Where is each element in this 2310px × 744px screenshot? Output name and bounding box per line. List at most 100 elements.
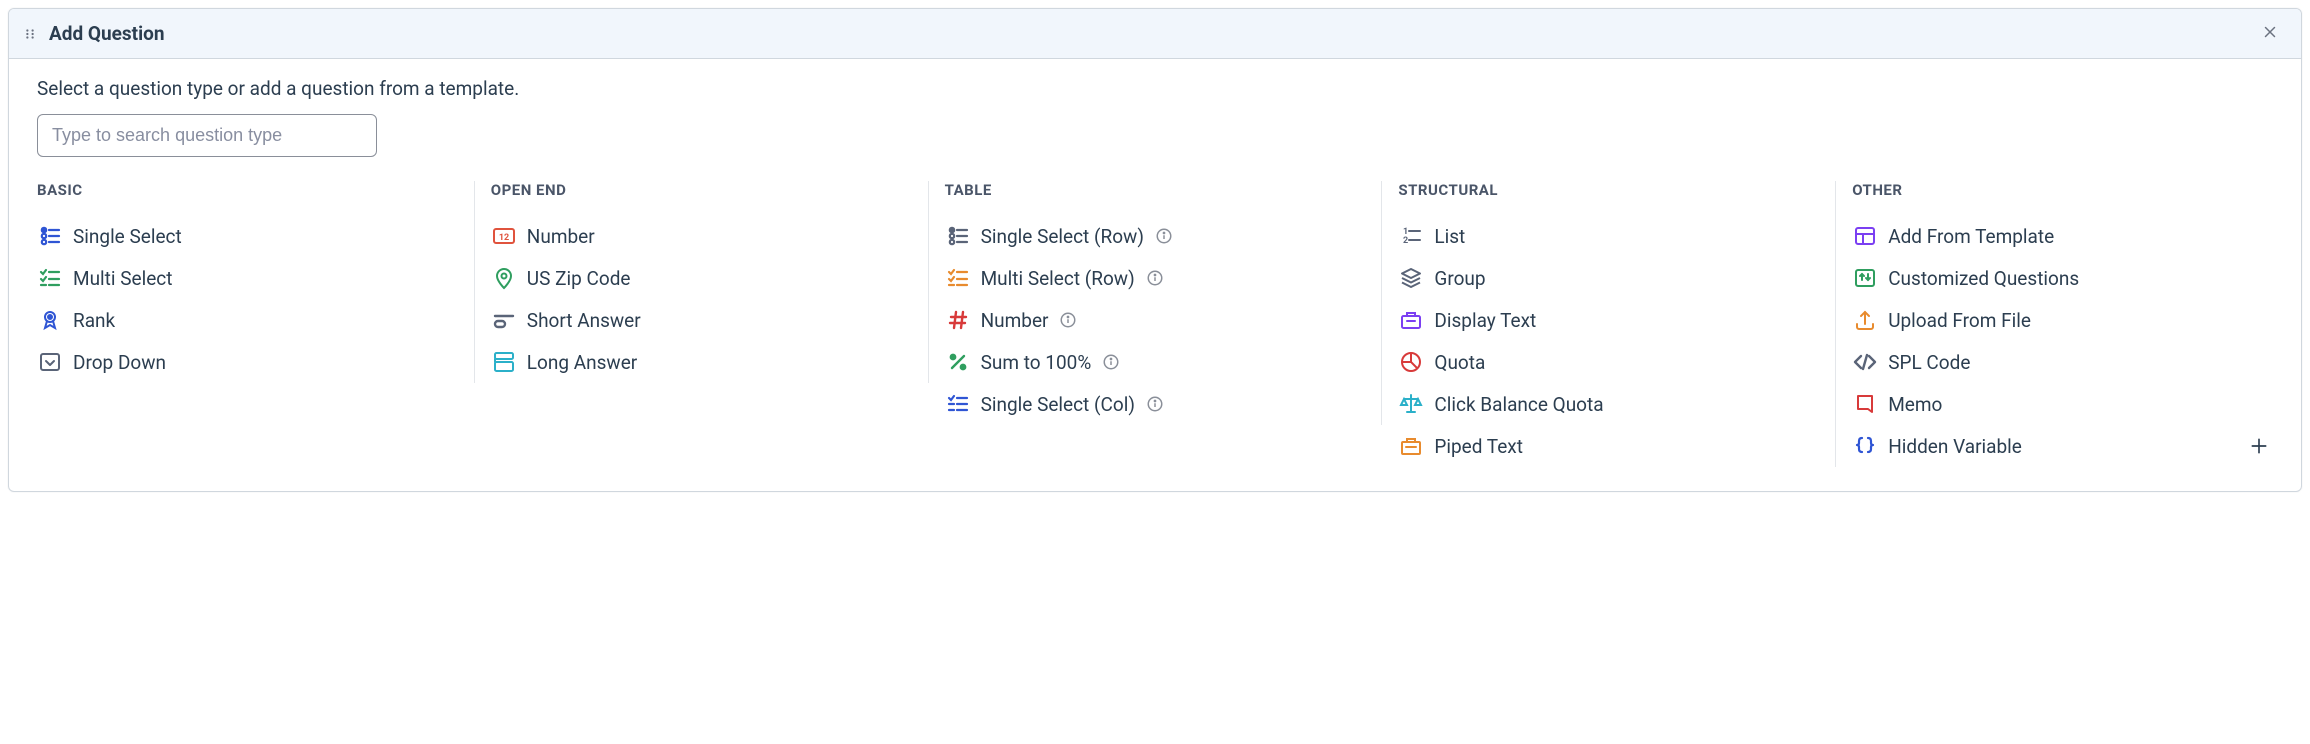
item-group[interactable]: Group: [1398, 257, 1819, 299]
column-open-end: OPEN END 12 Number US Zip Code: [475, 181, 929, 383]
item-label: Customized Questions: [1888, 267, 2079, 290]
column-other: OTHER Add From Template Customized Quest…: [1836, 181, 2273, 467]
item-list[interactable]: 12 List: [1398, 215, 1819, 257]
column-table: TABLE Single Select (Row) Multi Select (…: [929, 181, 1383, 425]
item-label: Multi Select (Row): [981, 267, 1135, 290]
group-icon: [1398, 265, 1424, 291]
plus-icon: [2249, 444, 2269, 459]
single-select-col-icon: [945, 391, 971, 417]
short-answer-icon: [491, 307, 517, 333]
item-label: Memo: [1888, 393, 1942, 416]
column-basic: BASIC Single Select Multi Select: [37, 181, 475, 383]
question-type-columns: BASIC Single Select Multi Select: [37, 181, 2273, 467]
item-drop-down[interactable]: Drop Down: [37, 341, 458, 383]
search-input[interactable]: [37, 114, 377, 157]
piped-icon: [1398, 433, 1424, 459]
subtitle-text: Select a question type or add a question…: [37, 77, 2273, 100]
display-text-icon: [1398, 307, 1424, 333]
column-title: STRUCTURAL: [1398, 181, 1819, 199]
multi-select-icon: [37, 265, 63, 291]
number-box-icon: 12: [491, 223, 517, 249]
item-number[interactable]: 12 Number: [491, 215, 912, 257]
info-icon[interactable]: [1058, 310, 1078, 330]
item-piped-text[interactable]: Piped Text: [1398, 425, 1819, 467]
panel-body: Select a question type or add a question…: [9, 59, 2301, 491]
item-zip-code[interactable]: US Zip Code: [491, 257, 912, 299]
item-click-balance-quota[interactable]: Click Balance Quota: [1398, 383, 1819, 425]
item-label: US Zip Code: [527, 267, 631, 290]
item-number-table[interactable]: Number: [945, 299, 1366, 341]
drag-handle-icon[interactable]: [23, 27, 37, 41]
item-label: Single Select: [73, 225, 182, 248]
braces-icon: [1852, 433, 1878, 459]
hash-icon: [945, 307, 971, 333]
item-label: Group: [1434, 267, 1485, 290]
zip-icon: [491, 265, 517, 291]
item-label: List: [1434, 225, 1465, 248]
single-select-row-icon: [945, 223, 971, 249]
item-label: Piped Text: [1434, 435, 1523, 458]
item-label: Single Select (Row): [981, 225, 1144, 248]
item-sum-100[interactable]: Sum to 100%: [945, 341, 1366, 383]
item-multi-select[interactable]: Multi Select: [37, 257, 458, 299]
item-upload-from-file[interactable]: Upload From File: [1852, 299, 2273, 341]
single-select-icon: [37, 223, 63, 249]
item-single-select-col[interactable]: Single Select (Col): [945, 383, 1366, 425]
item-short-answer[interactable]: Short Answer: [491, 299, 912, 341]
multi-select-row-icon: [945, 265, 971, 291]
info-icon[interactable]: [1145, 394, 1165, 414]
item-label: SPL Code: [1888, 351, 1970, 374]
close-icon: [2261, 23, 2279, 44]
info-icon[interactable]: [1101, 352, 1121, 372]
dropdown-icon: [37, 349, 63, 375]
long-answer-icon: [491, 349, 517, 375]
item-quota[interactable]: Quota: [1398, 341, 1819, 383]
customized-icon: [1852, 265, 1878, 291]
item-single-select-row[interactable]: Single Select (Row): [945, 215, 1366, 257]
column-title: BASIC: [37, 181, 458, 199]
item-hidden-variable[interactable]: Hidden Variable: [1852, 425, 2273, 467]
code-icon: [1852, 349, 1878, 375]
close-button[interactable]: [2257, 19, 2283, 48]
item-label: Upload From File: [1888, 309, 2031, 332]
column-title: OTHER: [1852, 181, 2273, 199]
item-memo[interactable]: Memo: [1852, 383, 2273, 425]
item-display-text[interactable]: Display Text: [1398, 299, 1819, 341]
upload-icon: [1852, 307, 1878, 333]
item-label: Number: [981, 309, 1049, 332]
item-label: Short Answer: [527, 309, 641, 332]
item-label: Long Answer: [527, 351, 637, 374]
panel-header: Add Question: [9, 9, 2301, 59]
item-label: Rank: [73, 309, 115, 332]
template-icon: [1852, 223, 1878, 249]
item-rank[interactable]: Rank: [37, 299, 458, 341]
percent-icon: [945, 349, 971, 375]
item-label: Sum to 100%: [981, 351, 1092, 374]
add-button[interactable]: [2245, 432, 2273, 463]
info-icon[interactable]: [1154, 226, 1174, 246]
item-label: Add From Template: [1888, 225, 2054, 248]
item-label: Drop Down: [73, 351, 166, 374]
item-multi-select-row[interactable]: Multi Select (Row): [945, 257, 1366, 299]
item-label: Multi Select: [73, 267, 172, 290]
add-question-panel: Add Question Select a question type or a…: [8, 8, 2302, 492]
column-structural: STRUCTURAL 12 List Group: [1382, 181, 1836, 467]
balance-icon: [1398, 391, 1424, 417]
item-label: Click Balance Quota: [1434, 393, 1603, 416]
item-add-from-template[interactable]: Add From Template: [1852, 215, 2273, 257]
list-num-icon: 12: [1398, 223, 1424, 249]
item-label: Single Select (Col): [981, 393, 1135, 416]
column-title: OPEN END: [491, 181, 912, 199]
item-customized-questions[interactable]: Customized Questions: [1852, 257, 2273, 299]
svg-text:12: 12: [499, 233, 509, 243]
item-single-select[interactable]: Single Select: [37, 215, 458, 257]
item-long-answer[interactable]: Long Answer: [491, 341, 912, 383]
item-label: Hidden Variable: [1888, 435, 2022, 458]
item-spl-code[interactable]: SPL Code: [1852, 341, 2273, 383]
item-label: Display Text: [1434, 309, 1536, 332]
memo-icon: [1852, 391, 1878, 417]
quota-icon: [1398, 349, 1424, 375]
info-icon[interactable]: [1145, 268, 1165, 288]
svg-text:2: 2: [1403, 236, 1408, 246]
item-label: Quota: [1434, 351, 1485, 374]
